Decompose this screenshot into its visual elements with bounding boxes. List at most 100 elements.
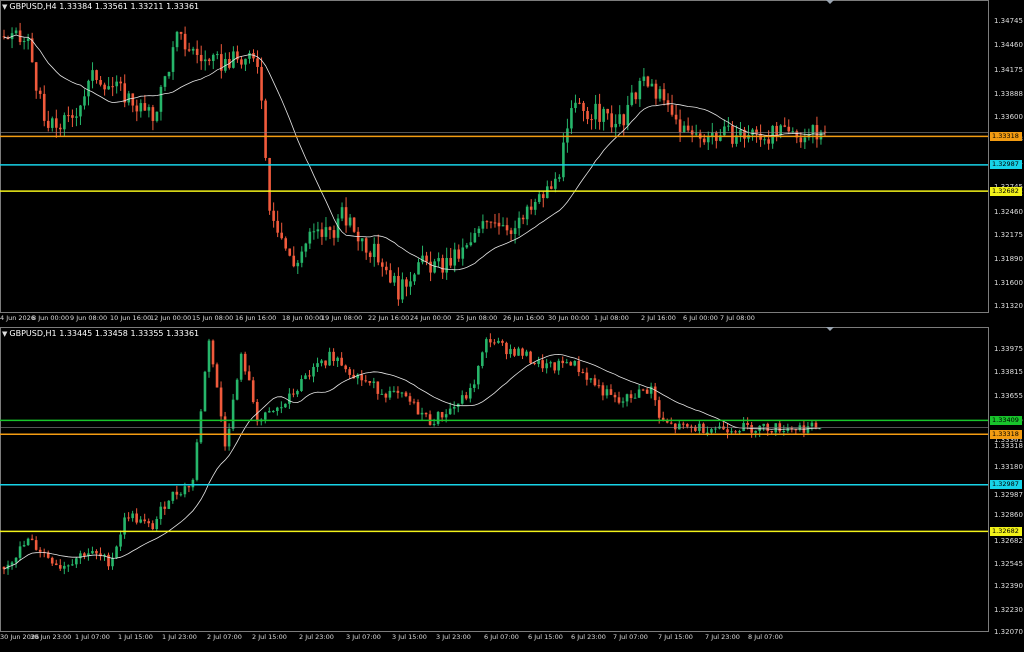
time-axis-label: 9 Jun 08:00 — [70, 314, 108, 322]
candle-body — [171, 47, 175, 72]
candle-body — [54, 563, 58, 566]
candle — [332, 225, 336, 246]
candle — [477, 365, 480, 390]
candle-body — [255, 401, 259, 422]
candle-body — [662, 89, 666, 101]
candle — [316, 357, 319, 373]
candle — [18, 22, 22, 46]
candle-body — [702, 138, 706, 143]
candle-body — [67, 115, 70, 117]
candle — [638, 77, 642, 107]
candle-body — [570, 108, 573, 129]
candle-body — [392, 390, 396, 392]
candle — [819, 129, 823, 145]
candle — [280, 401, 283, 414]
candle — [742, 417, 745, 432]
candle-body — [650, 83, 654, 87]
candle — [585, 367, 589, 386]
candle-body — [55, 118, 58, 128]
candle — [537, 356, 540, 368]
candle — [464, 391, 468, 401]
candle-body — [541, 360, 544, 369]
candle-body — [276, 407, 279, 411]
candle — [240, 56, 243, 69]
candle-body — [408, 396, 412, 402]
price-axis-label: 1.33600 — [994, 113, 1023, 121]
candle-body — [799, 137, 803, 143]
candle-body — [762, 423, 766, 426]
candle-body — [634, 92, 638, 100]
candle — [569, 360, 573, 366]
candle — [264, 98, 267, 161]
candle-body — [416, 402, 420, 415]
candle-body — [621, 401, 625, 403]
candle — [187, 485, 191, 493]
candle — [686, 117, 690, 133]
candle — [107, 77, 110, 90]
time-axis-label: 25 Jun 08:00 — [456, 314, 498, 322]
price-axis-label: 1.32175 — [994, 231, 1023, 239]
time-axis-label: 3 Jul 15:00 — [392, 633, 427, 641]
chart-window-h4[interactable]: ▼ GBPUSD,H4 1.33384 1.33561 1.33211 1.333… — [0, 0, 1024, 322]
time-axis-label: 18 Jun 00:00 — [282, 314, 324, 322]
candle — [95, 69, 98, 84]
candle-body — [678, 119, 682, 132]
candle-body — [473, 233, 477, 243]
time-axis-label: 22 Jun 16:00 — [368, 314, 410, 322]
candle-body — [594, 103, 597, 120]
price-axis-label: 1.34460 — [994, 41, 1023, 49]
candle — [260, 57, 263, 110]
candle — [396, 386, 400, 399]
candle — [799, 132, 803, 148]
candle-body — [368, 381, 372, 383]
candle-body — [183, 33, 187, 50]
candle-body — [111, 558, 114, 567]
candle-body — [485, 339, 488, 353]
h4-candlestick-chart[interactable] — [0, 0, 1024, 321]
candle-body — [602, 108, 605, 122]
candle-body — [396, 390, 400, 393]
price-axis-label: 1.33888 — [994, 90, 1023, 98]
candle — [472, 379, 476, 393]
candle — [497, 213, 501, 235]
candle — [131, 510, 134, 522]
candle — [55, 109, 58, 138]
candle — [586, 106, 589, 125]
price-axis-label: 1.33318 — [994, 442, 1023, 450]
candle-body — [227, 428, 231, 447]
price-axis-label: 1.31600 — [994, 279, 1023, 287]
chart-window-h1[interactable]: ▼ GBPUSD,H1 1.33445 1.33458 1.33355 1.333… — [0, 327, 1024, 652]
price-axis-label: 1.32070 — [994, 628, 1023, 636]
candle — [83, 552, 86, 560]
candle-body — [525, 351, 528, 356]
time-axis-label: 24 Jun 00:00 — [410, 314, 452, 322]
candle — [324, 360, 327, 369]
candle — [409, 271, 412, 295]
candle — [561, 356, 565, 368]
dropdown-triangle-icon[interactable]: ▼ — [2, 330, 7, 338]
time-axis-label: 15 Jun 08:00 — [192, 314, 234, 322]
candle-body — [405, 279, 408, 287]
candle — [582, 100, 585, 122]
candle — [328, 347, 331, 366]
candle — [481, 214, 485, 234]
candle — [421, 245, 424, 265]
candle-body — [352, 217, 356, 232]
candle — [719, 129, 722, 142]
candle — [613, 392, 617, 403]
candle-body — [324, 360, 327, 366]
h1-candlestick-chart[interactable] — [0, 327, 1024, 652]
moving-average-line — [3, 34, 826, 271]
dropdown-triangle-icon[interactable]: ▼ — [2, 3, 7, 11]
candle-body — [489, 339, 492, 343]
candle — [614, 114, 618, 137]
candle — [2, 29, 6, 40]
candle-body — [637, 389, 641, 398]
candle — [401, 272, 404, 304]
candle — [324, 217, 328, 241]
candle — [50, 116, 54, 132]
candle-body — [348, 217, 352, 226]
candle-body — [751, 129, 754, 135]
candle — [541, 354, 544, 372]
candle-body — [179, 31, 183, 34]
